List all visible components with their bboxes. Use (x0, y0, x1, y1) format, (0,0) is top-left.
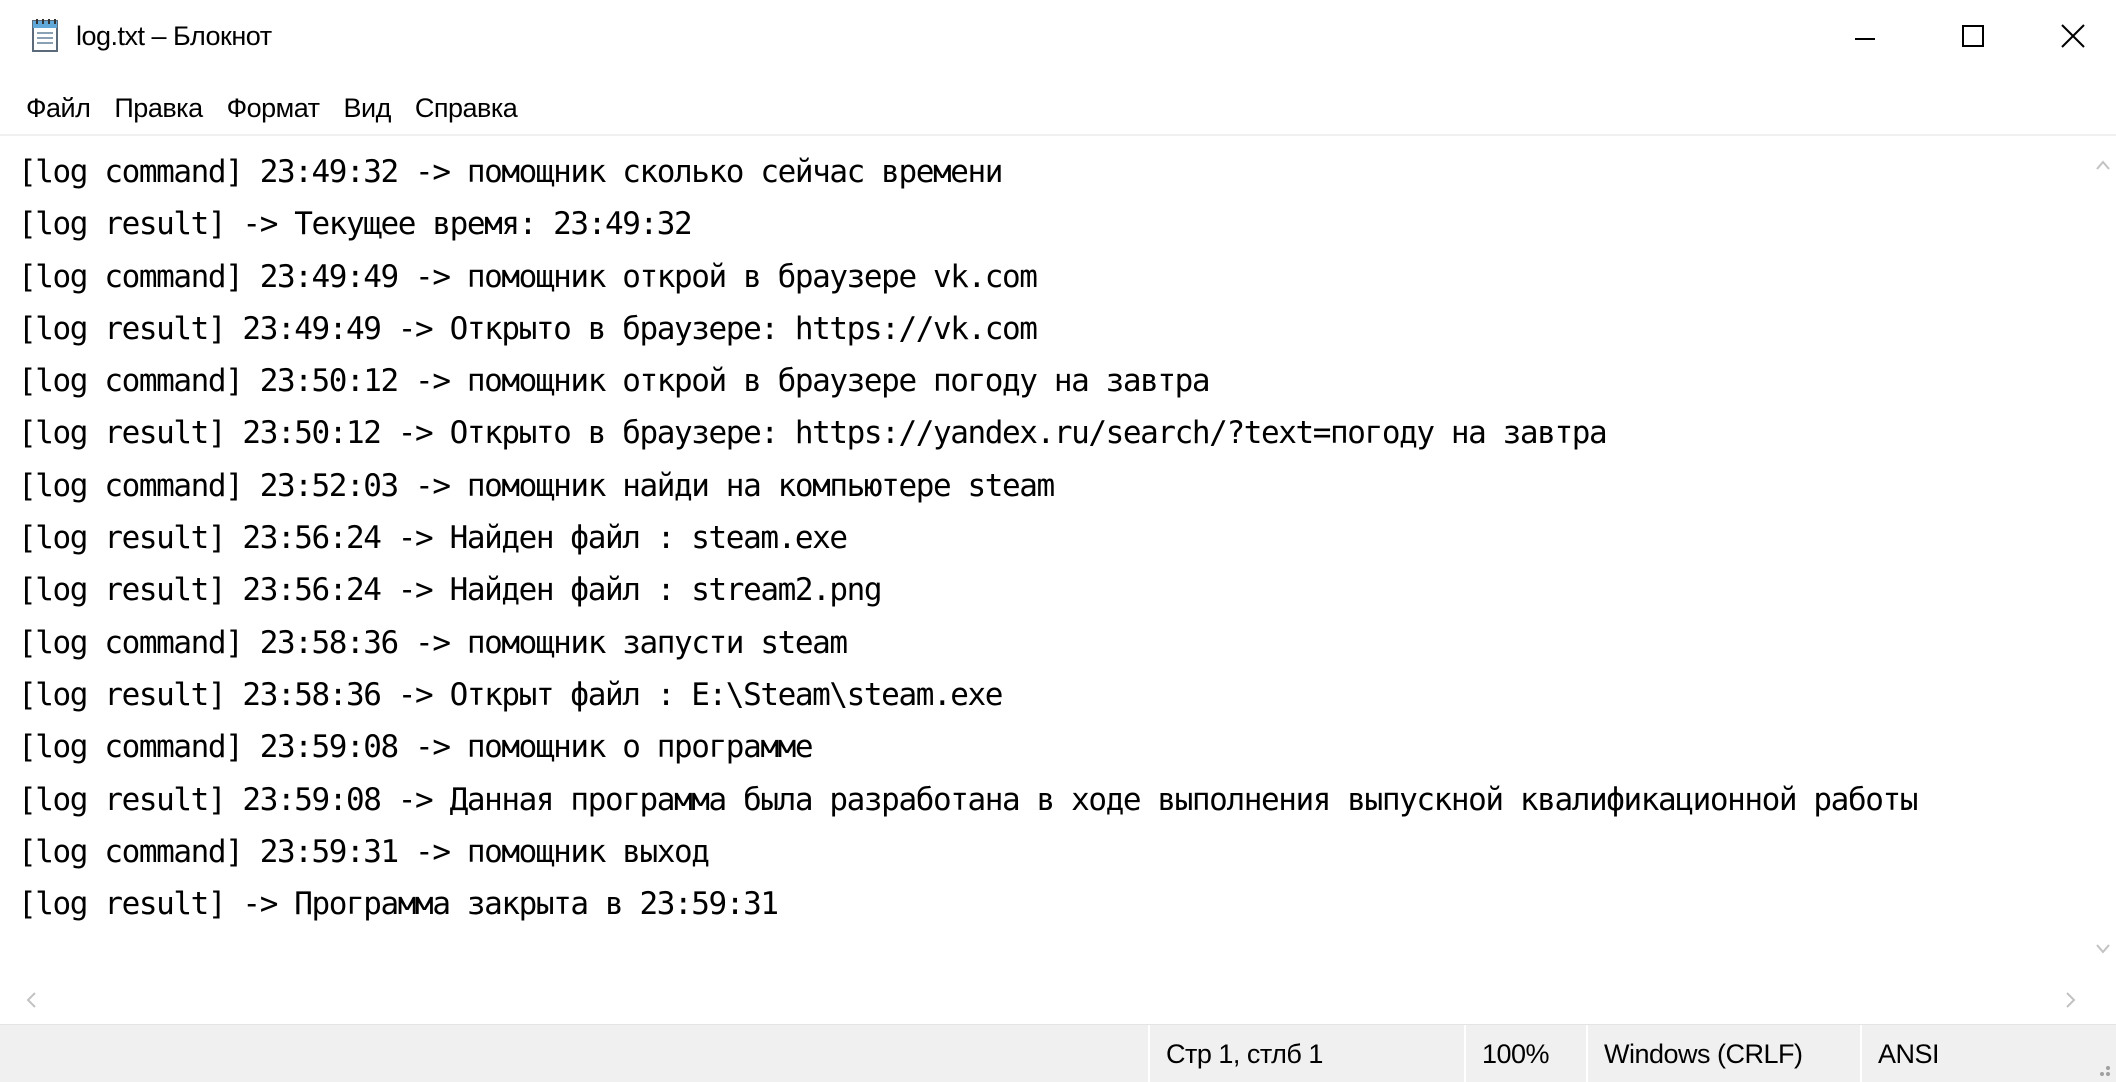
title-bar[interactable]: log.txt – Блокнот (0, 0, 2116, 72)
text-line: [log result] 23:59:08 -> Данная программ… (18, 781, 1918, 818)
text-line: [log command] 23:59:31 -> помощник выход (18, 833, 710, 870)
scroll-left-button[interactable] (16, 978, 46, 1022)
zoom-level: 100% (1464, 1025, 1586, 1082)
menu-view[interactable]: Вид (332, 88, 403, 128)
close-icon (2061, 24, 2085, 48)
text-line: [log command] 23:58:36 -> помощник запус… (18, 624, 848, 661)
menu-edit[interactable]: Правка (102, 88, 214, 128)
window-title: log.txt – Блокнот (76, 21, 272, 51)
maximize-icon (1962, 25, 1984, 47)
cursor-position: Стр 1, стлб 1 (1148, 1025, 1464, 1082)
horizontal-scrollbar[interactable] (0, 978, 2090, 1022)
text-line: [log result] 23:49:49 -> Открыто в брауз… (18, 310, 1038, 347)
text-line: [log command] 23:52:03 -> помощник найди… (18, 467, 1055, 504)
text-editor[interactable]: [log command] 23:49:32 -> помощник сколь… (0, 138, 2090, 978)
text-line: [log command] 23:49:32 -> помощник сколь… (18, 154, 1003, 190)
text-line: [log result] 23:56:24 -> Найден файл : s… (18, 520, 848, 557)
close-button[interactable] (2028, 0, 2116, 72)
vertical-scrollbar[interactable] (2090, 138, 2116, 978)
notepad-icon (30, 16, 62, 54)
menu-bar: Файл Правка Формат Вид Справка (0, 88, 2116, 128)
encoding: ANSI (1860, 1025, 2020, 1082)
text-line: [log result] -> Программа закрыта в 23:5… (18, 886, 779, 923)
text-line: [log command] 23:59:08 -> помощник о про… (18, 729, 814, 766)
resize-grip-icon[interactable] (2086, 1046, 2116, 1082)
chevron-right-icon (2066, 992, 2076, 1008)
scroll-down-button[interactable] (2090, 936, 2116, 962)
status-bar: Стр 1, стлб 1 100% Windows (CRLF) ANSI (0, 1024, 2116, 1082)
text-line: [log result] 23:56:24 -> Найден файл : s… (18, 572, 883, 609)
menu-help[interactable]: Справка (403, 88, 529, 128)
scroll-right-button[interactable] (2056, 978, 2086, 1022)
minimize-button[interactable] (1820, 0, 1910, 72)
text-lines: [log command] 23:49:32 -> помощник сколь… (18, 146, 1918, 930)
text-line: [log command] 23:49:49 -> помощник откро… (18, 258, 1038, 295)
menu-format[interactable]: Формат (215, 88, 332, 128)
chevron-up-icon (2096, 160, 2110, 170)
text-line: [log command] 23:50:12 -> помощник откро… (18, 363, 1211, 400)
minimize-icon (1855, 38, 1875, 40)
line-ending: Windows (CRLF) (1586, 1025, 1860, 1082)
menu-file[interactable]: Файл (14, 88, 102, 128)
maximize-button[interactable] (1928, 0, 2018, 72)
menu-separator (0, 134, 2116, 136)
text-line: [log result] 23:58:36 -> Открыт файл : E… (18, 676, 1003, 713)
chevron-left-icon (26, 992, 36, 1008)
chevron-down-icon (2096, 944, 2110, 954)
text-line: [log result] 23:50:12 -> Открыто в брауз… (18, 415, 1608, 452)
text-line: [log result] -> Текущее время: 23:49:32 (18, 206, 693, 243)
scroll-up-button[interactable] (2090, 152, 2116, 178)
